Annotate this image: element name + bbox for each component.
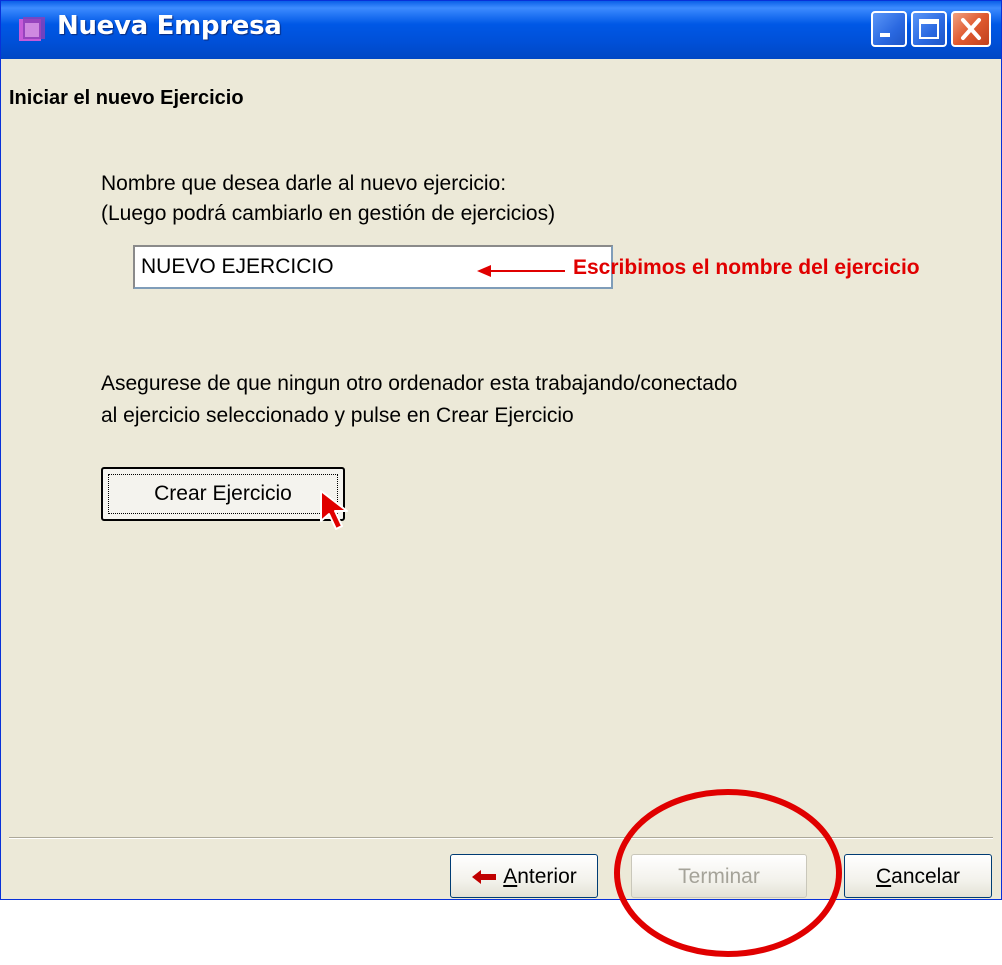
name-prompt-line2: (Luego podrá cambiarlo en gestión de eje… xyxy=(101,202,556,225)
close-button[interactable] xyxy=(951,11,991,47)
footer-separator xyxy=(9,837,993,839)
warning-line1: Asegurese de que ningun otro ordenador e… xyxy=(101,372,738,395)
maximize-icon xyxy=(919,19,939,39)
annotation-label: Escribimos el nombre del ejercicio xyxy=(573,256,920,279)
highlight-circle xyxy=(614,789,842,957)
wizard-step-header: Iniciar el nuevo Ejercicio xyxy=(9,87,244,109)
mouse-cursor-icon xyxy=(320,490,348,530)
cancel-button[interactable]: Cancelar xyxy=(844,854,992,898)
maximize-button[interactable] xyxy=(911,11,947,47)
back-arrow-icon xyxy=(472,870,497,885)
wizard-window: Nueva Empresa Iniciar el nuevo Ejercicio… xyxy=(0,0,1002,900)
warning-line2: al ejercicio seleccionado y pulse en Cre… xyxy=(101,404,574,427)
create-exercise-label: Crear Ejercicio xyxy=(154,482,292,505)
create-exercise-button[interactable]: Crear Ejercicio xyxy=(101,467,345,521)
previous-mnemonic: A xyxy=(503,865,518,888)
cancel-label: ancelar xyxy=(891,865,961,888)
close-icon xyxy=(961,18,981,40)
window-title: Nueva Empresa xyxy=(57,11,282,41)
name-prompt-line1: Nombre que desea darle al nuevo ejercici… xyxy=(101,172,507,195)
app-icon xyxy=(19,17,45,41)
minimize-icon xyxy=(880,33,890,37)
annotation-arrow-line xyxy=(489,270,565,272)
previous-button[interactable]: Anterior xyxy=(450,854,598,898)
cancel-mnemonic: C xyxy=(875,865,892,888)
minimize-button[interactable] xyxy=(871,11,907,47)
title-bar[interactable]: Nueva Empresa xyxy=(1,1,1001,59)
exercise-name-input[interactable] xyxy=(133,245,613,289)
previous-label: nterior xyxy=(517,865,577,888)
